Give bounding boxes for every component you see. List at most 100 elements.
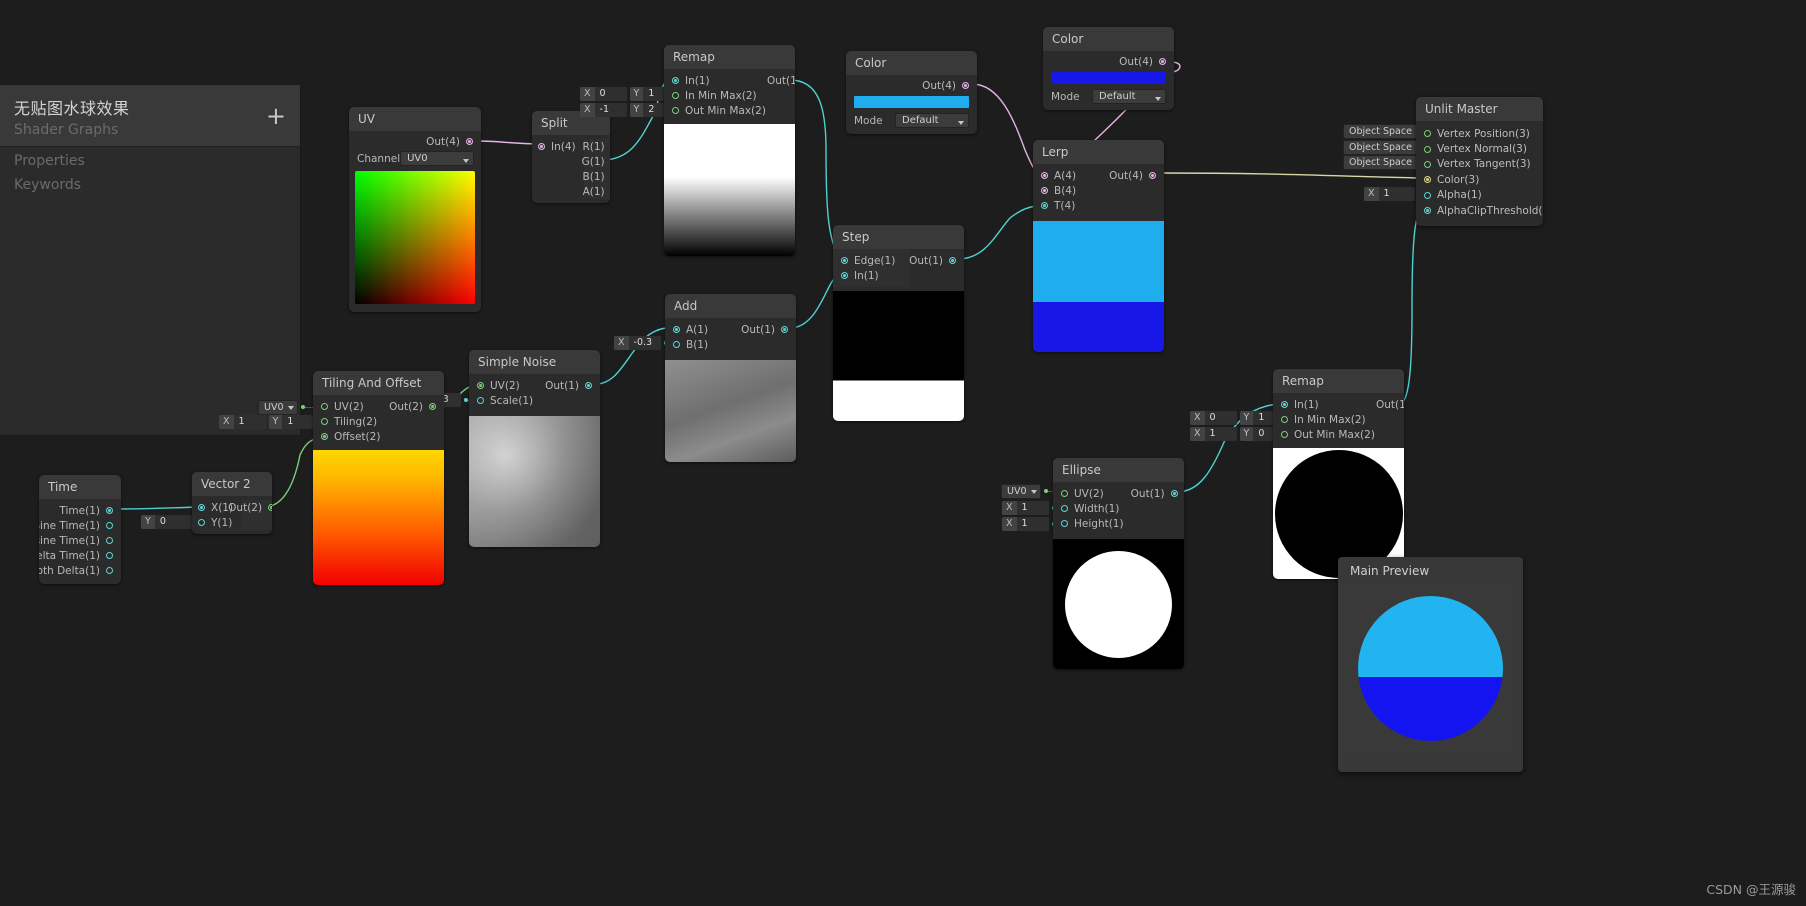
node-color-blue[interactable]: Color Out(4) Mode Default (1043, 27, 1174, 110)
remap-bottom-in-min-x[interactable]: 0 (1204, 411, 1237, 425)
tiling-uv-field[interactable]: UV0 (258, 399, 315, 415)
port-split-a[interactable]: A(1) (583, 184, 610, 199)
unlit-alpha-value[interactable]: 1 (1378, 187, 1415, 201)
shader-graph-canvas[interactable]: 无贴图水球效果 Shader Graphs + Properties Keywo… (0, 0, 1806, 906)
port-dot-icon[interactable] (962, 82, 969, 89)
port-dot-icon[interactable] (466, 138, 473, 145)
port-step-edge[interactable]: Edge(1) (833, 253, 910, 268)
port-remap-bottom-out-min-max[interactable]: Out Min Max(2) (1273, 427, 1383, 442)
port-tiling-tiling[interactable]: Tiling(2) (313, 414, 400, 429)
ellipse-uv-field[interactable]: UV0 (1001, 483, 1058, 499)
color-cyan-mode-dropdown[interactable]: Default (895, 113, 969, 128)
remap-top-out-min-x[interactable]: -1 (594, 103, 627, 117)
port-dot-icon[interactable] (106, 537, 113, 544)
port-dot-icon[interactable] (1041, 172, 1048, 179)
port-color[interactable]: Color(3) (1416, 172, 1543, 187)
port-dot-icon[interactable] (477, 397, 484, 404)
port-dot-icon[interactable] (198, 504, 205, 511)
port-dot-icon[interactable] (672, 92, 679, 99)
port-remap-bottom-in-min-max[interactable]: In Min Max(2) (1273, 412, 1383, 427)
node-time[interactable]: Time Time(1) Sine Time(1) Cosine Time(1)… (39, 475, 121, 584)
tiling-x-value[interactable]: 1 (233, 415, 266, 429)
port-dot-icon[interactable] (585, 382, 592, 389)
port-dot-icon[interactable] (1061, 520, 1068, 527)
port-dot-icon[interactable] (1041, 202, 1048, 209)
port-dot-icon[interactable] (1159, 58, 1166, 65)
port-dot-icon[interactable] (1281, 416, 1288, 423)
port-uv-out[interactable]: Out(4) (349, 134, 481, 149)
port-lerp-t[interactable]: T(4) (1033, 198, 1110, 213)
main-preview-viewport[interactable] (1344, 584, 1517, 752)
port-dot-icon[interactable] (1424, 191, 1431, 199)
port-alpha-clip-threshold[interactable]: AlphaClipThreshold(1) (1416, 203, 1543, 218)
ellipse-width-value[interactable]: 1 (1016, 501, 1049, 515)
port-split-g[interactable]: G(1) (582, 154, 610, 169)
node-ellipse[interactable]: Ellipse UV(2) Width(1) Height(1) Out(1) (1053, 458, 1184, 669)
node-remap-bottom[interactable]: Remap In(1) In Min Max(2) Out Min Max(2) (1273, 369, 1404, 579)
node-split[interactable]: Split In(4) R(1) G(1) B(1) A(1) (532, 111, 610, 203)
port-add-b[interactable]: B(1) (665, 337, 742, 352)
port-ellipse-out[interactable]: Out(1) (1131, 486, 1184, 501)
node-uv[interactable]: UV Out(4) Channel UV0 (349, 107, 481, 312)
ellipse-height-value[interactable]: 1 (1016, 517, 1049, 531)
port-simple-noise-scale[interactable]: Scale(1) (469, 393, 546, 408)
port-dot-icon[interactable] (321, 433, 328, 440)
port-ellipse-width[interactable]: Width(1) (1053, 501, 1132, 516)
port-lerp-a[interactable]: A(4) (1033, 168, 1110, 183)
port-vertex-position[interactable]: Vertex Position(3) (1416, 126, 1543, 141)
port-time-delta[interactable]: Delta Time(1) (39, 548, 121, 563)
port-add-out[interactable]: Out(1) (741, 322, 796, 337)
add-property-button[interactable]: + (266, 104, 286, 128)
port-simple-noise-out[interactable]: Out(1) (545, 378, 600, 393)
node-add[interactable]: Add A(1) B(1) Out(1) (665, 294, 796, 462)
tiling-uv-dropdown[interactable]: UV0 (258, 399, 298, 415)
port-split-r[interactable]: R(1) (582, 139, 610, 154)
port-ellipse-height[interactable]: Height(1) (1053, 516, 1132, 531)
node-tiling-and-offset[interactable]: Tiling And Offset UV(2) Tiling(2) Offset… (313, 371, 444, 585)
port-time-time[interactable]: Time(1) (39, 503, 121, 518)
port-split-b[interactable]: B(1) (583, 169, 610, 184)
remap-bottom-out-min-x[interactable]: 1 (1204, 427, 1237, 441)
port-dot-icon[interactable] (1149, 172, 1156, 179)
port-remap-top-in[interactable]: In(1) (664, 73, 774, 88)
port-vector2-out[interactable]: Out(2) (228, 500, 272, 515)
port-vertex-normal[interactable]: Vertex Normal(3) (1416, 141, 1543, 156)
port-dot-icon[interactable] (106, 522, 113, 529)
port-dot-icon[interactable] (106, 507, 113, 514)
port-remap-top-in-min-max[interactable]: In Min Max(2) (664, 88, 774, 103)
port-remap-bottom-in[interactable]: In(1) (1273, 397, 1383, 412)
color-cyan-swatch[interactable] (854, 96, 969, 108)
vertex-normal-space-dropdown[interactable]: Object Space (1343, 139, 1426, 155)
node-unlit-master[interactable]: Unlit Master Vertex Position(3) Vertex N… (1416, 97, 1543, 227)
port-dot-icon[interactable] (841, 272, 848, 279)
port-color-blue-out[interactable]: Out(4) (1043, 54, 1174, 69)
port-time-cosine[interactable]: Cosine Time(1) (39, 533, 121, 548)
port-split-in[interactable]: In(4) (532, 139, 584, 154)
node-step[interactable]: Step Edge(1) In(1) Out(1) (833, 225, 964, 421)
tiling-y-value[interactable]: 1 (282, 415, 315, 429)
port-dot-icon[interactable] (106, 567, 113, 574)
port-time-sine[interactable]: Sine Time(1) (39, 518, 121, 533)
add-b-value[interactable]: -0.3 (628, 336, 661, 350)
vertex-tangent-space-dropdown[interactable]: Object Space (1343, 154, 1426, 170)
port-alpha[interactable]: Alpha(1) (1416, 188, 1543, 203)
port-ellipse-uv[interactable]: UV(2) (1053, 486, 1132, 501)
port-simple-noise-uv[interactable]: UV(2) (469, 378, 546, 393)
port-dot-icon[interactable] (1061, 490, 1068, 497)
port-time-smooth-delta[interactable]: Smooth Delta(1) (39, 563, 121, 578)
blackboard-section-keywords[interactable]: Keywords (0, 171, 300, 195)
port-dot-icon[interactable] (538, 143, 545, 150)
port-dot-icon[interactable] (321, 418, 328, 425)
port-dot-icon[interactable] (1424, 130, 1431, 138)
port-dot-icon[interactable] (781, 326, 788, 333)
port-dot-icon[interactable] (1041, 187, 1048, 194)
port-dot-icon[interactable] (949, 257, 956, 264)
port-dot-icon[interactable] (673, 341, 680, 348)
port-dot-icon[interactable] (321, 403, 328, 410)
remap-top-in-min-x[interactable]: 0 (594, 87, 627, 101)
port-step-in[interactable]: In(1) (833, 268, 910, 283)
uv-channel-row[interactable]: Channel UV0 (349, 149, 481, 168)
port-lerp-out[interactable]: Out(4) (1109, 168, 1164, 183)
port-dot-icon[interactable] (1061, 505, 1068, 512)
blackboard-panel[interactable]: 无贴图水球效果 Shader Graphs + Properties Keywo… (0, 84, 301, 436)
